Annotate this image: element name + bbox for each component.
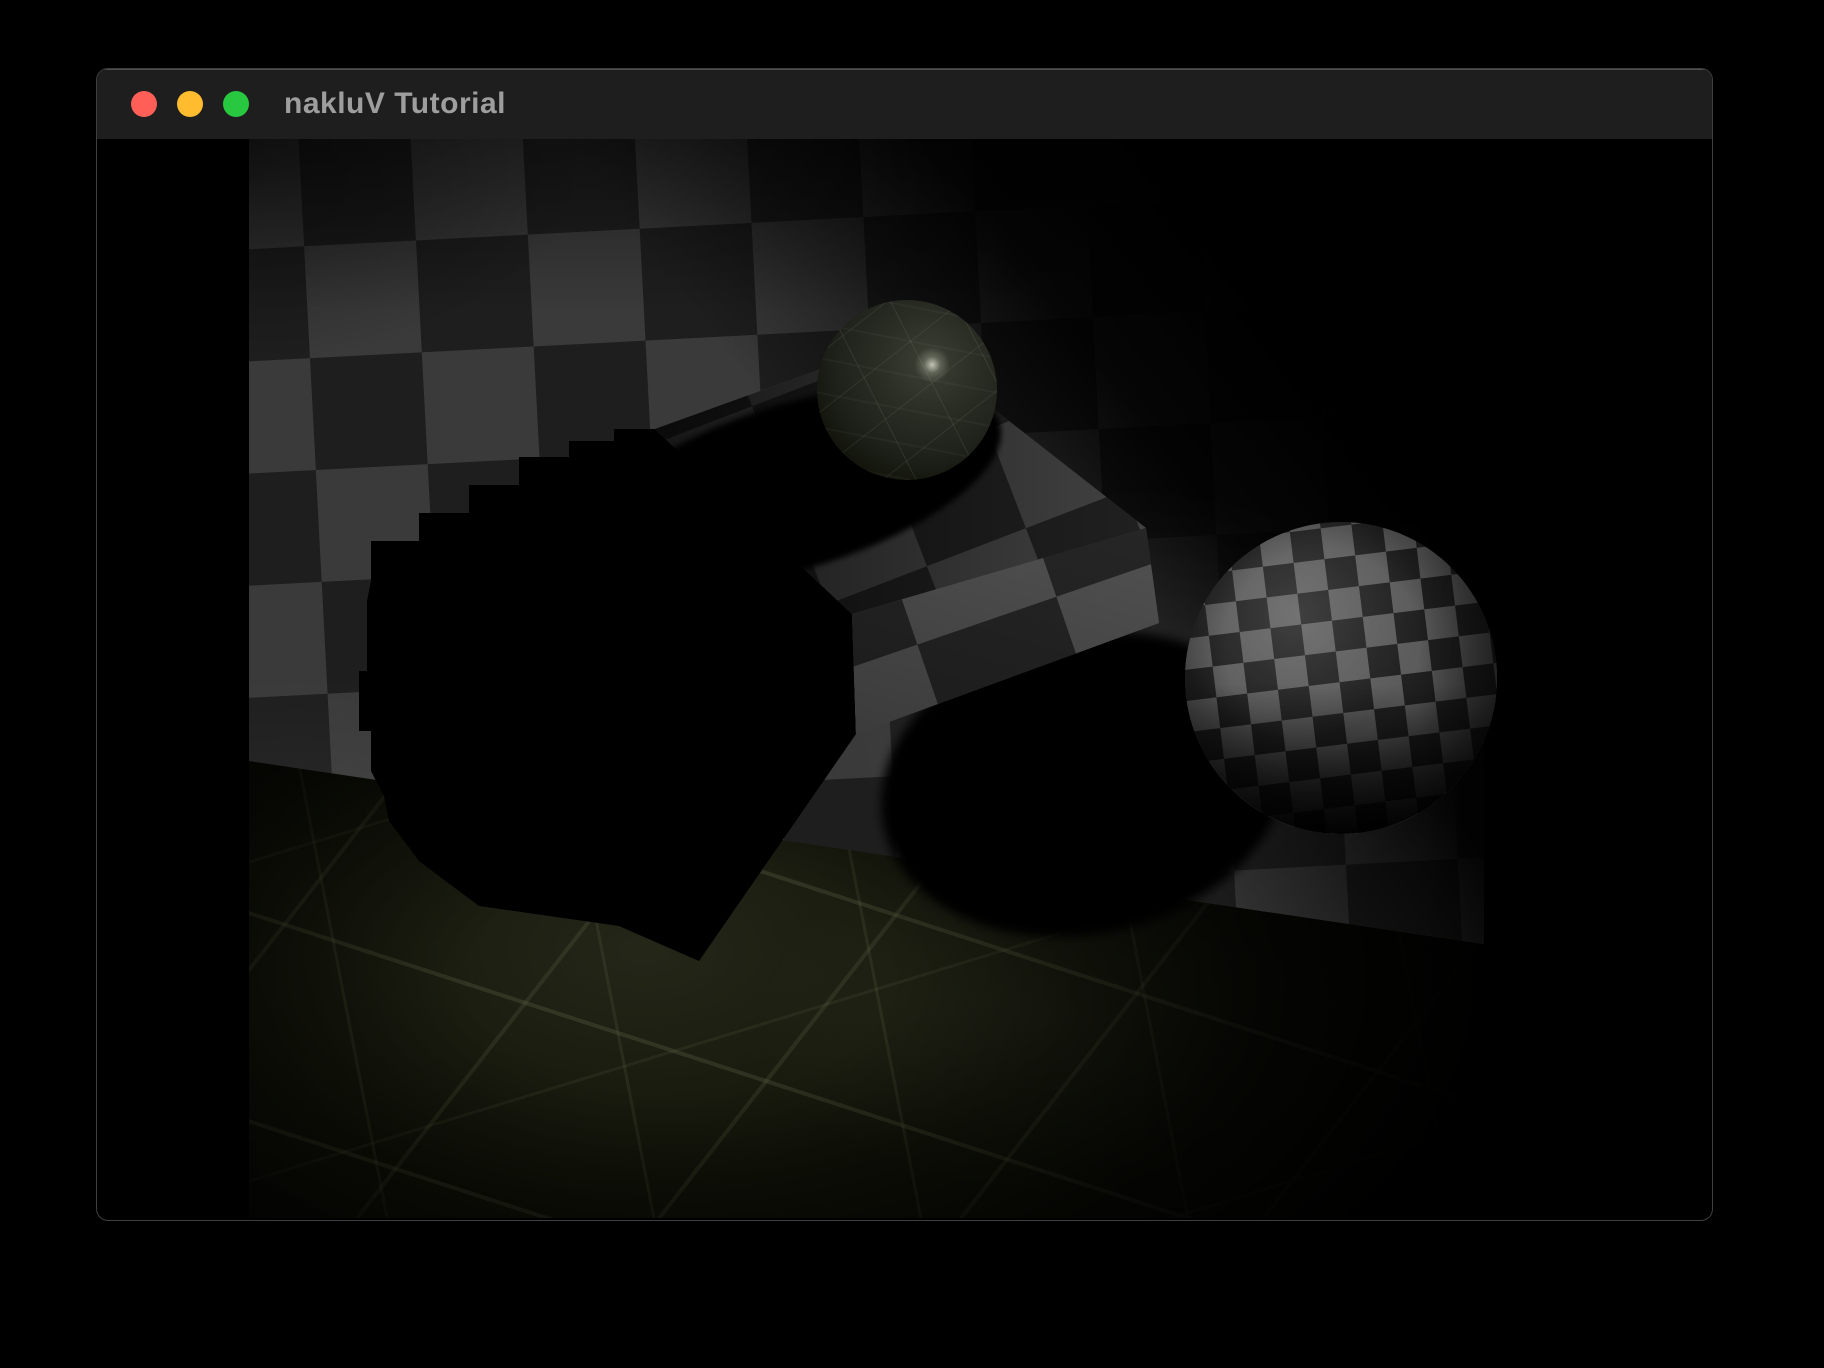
render-viewport[interactable] bbox=[249, 139, 1710, 1218]
checkerboard-sphere bbox=[1185, 522, 1497, 834]
window-title: nakluV Tutorial bbox=[284, 69, 506, 139]
titlebar-drag-region[interactable]: nakluV Tutorial bbox=[97, 69, 1712, 140]
app-window: nakluV Tutorial bbox=[96, 68, 1713, 1221]
stone-textured-sphere bbox=[817, 300, 997, 480]
close-button[interactable] bbox=[131, 91, 157, 117]
minimize-button[interactable] bbox=[177, 91, 203, 117]
zoom-button[interactable] bbox=[223, 91, 249, 117]
desktop: nakluV Tutorial bbox=[0, 0, 1824, 1368]
sphere-shading bbox=[1185, 522, 1497, 834]
